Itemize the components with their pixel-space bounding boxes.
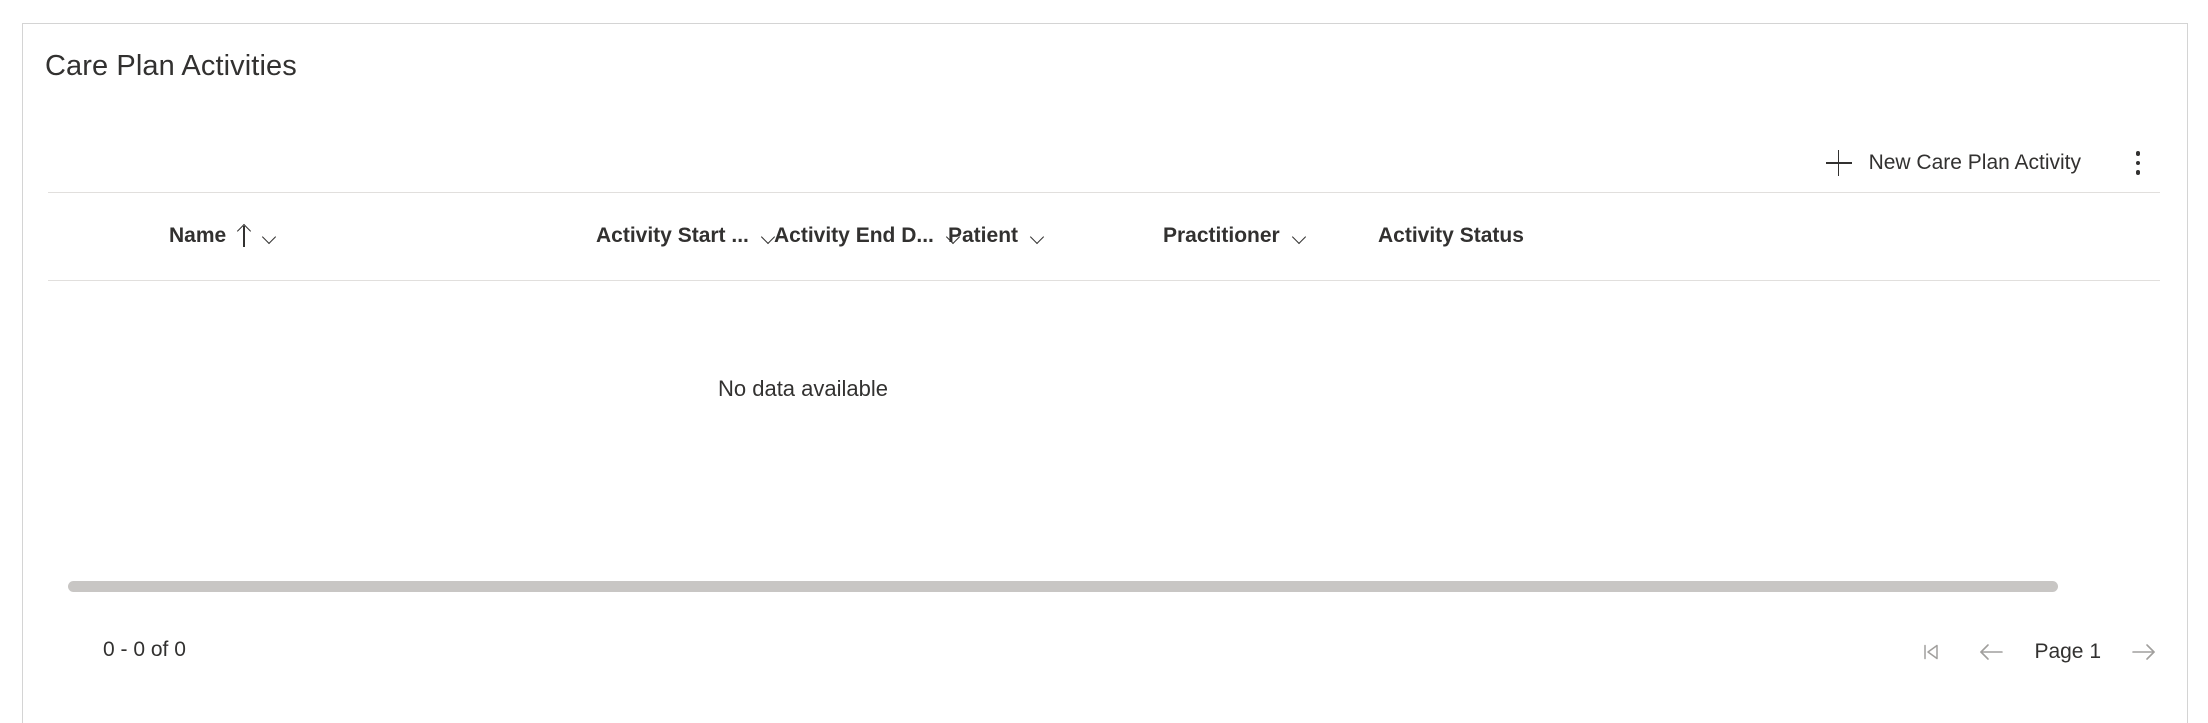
chevron-down-icon[interactable] <box>262 232 277 241</box>
arrow-right-icon <box>2130 640 2158 664</box>
more-commands-button[interactable] <box>2117 142 2159 184</box>
plus-icon <box>1825 150 1852 176</box>
column-header-activity-status: Activity Status <box>1378 193 1524 279</box>
first-page-icon <box>1919 640 1943 664</box>
chevron-down-icon[interactable] <box>1030 232 1045 241</box>
empty-state-message: No data available <box>717 376 888 401</box>
column-header-patient[interactable]: Patient <box>948 193 1045 279</box>
new-care-plan-activity-button[interactable]: New Care Plan Activity <box>1812 144 2095 182</box>
new-care-plan-activity-label: New Care Plan Activity <box>1868 151 2081 174</box>
next-page-button[interactable] <box>2127 635 2161 669</box>
command-bar: New Care Plan Activity <box>23 134 2187 192</box>
chevron-down-icon[interactable] <box>1292 232 1307 241</box>
page-number-label: Page 1 <box>2034 640 2101 663</box>
arrow-left-icon <box>1977 640 2005 664</box>
column-header-name-label: Name <box>169 224 227 247</box>
column-header-activity-start-date-label: Activity Start ... <box>596 224 749 247</box>
column-header-name[interactable]: Name <box>169 193 277 279</box>
previous-page-button[interactable] <box>1974 635 2008 669</box>
column-header-activity-start-date[interactable]: Activity Start ... <box>596 193 776 279</box>
grid-header-row: Name Activity Start ... Activity End D..… <box>23 193 2187 279</box>
care-plan-activities-card: Care Plan Activities New Care Plan Activ… <box>22 23 2188 723</box>
command-bar-actions: New Care Plan Activity <box>1812 134 2159 192</box>
column-header-activity-status-label: Activity Status <box>1378 224 1524 247</box>
grid-footer: 0 - 0 of 0 Page 1 <box>23 624 2187 684</box>
pagination-controls: Page 1 <box>1914 624 2161 680</box>
grid-body: No data available <box>48 281 2160 566</box>
page-title: Care Plan Activities <box>45 50 297 82</box>
sort-ascending-icon <box>237 225 250 247</box>
first-page-button[interactable] <box>1914 635 1948 669</box>
horizontal-scrollbar[interactable] <box>48 576 2160 596</box>
record-count-label: 0 - 0 of 0 <box>103 638 186 661</box>
column-header-practitioner[interactable]: Practitioner <box>1163 193 1307 279</box>
column-header-activity-end-date-label: Activity End D... <box>774 224 934 247</box>
more-vertical-icon <box>2135 151 2141 175</box>
column-header-practitioner-label: Practitioner <box>1163 224 1280 247</box>
horizontal-scrollbar-thumb[interactable] <box>68 581 2058 592</box>
column-header-patient-label: Patient <box>948 224 1019 247</box>
column-header-activity-end-date[interactable]: Activity End D... <box>774 193 961 279</box>
